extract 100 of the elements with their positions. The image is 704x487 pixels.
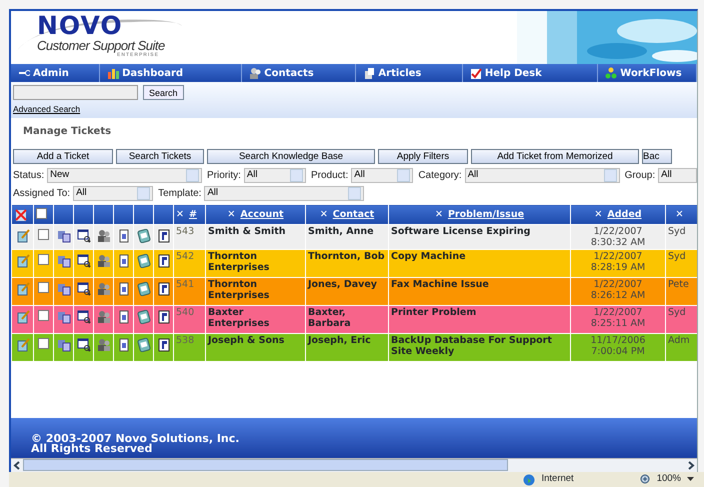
advanced-search-link[interactable]: Advanced Search <box>13 103 80 116</box>
ticket-row[interactable]: 538 Joseph & Sons Joseph, Eric BackUp Database For Support Site Weekly 11/17/2006 7:00:04 PM Adm <box>12 334 697 362</box>
table-cell-text: Adm <box>668 335 691 346</box>
row-checkbox[interactable] <box>38 282 49 293</box>
document-icon[interactable] <box>116 282 130 296</box>
people-icon[interactable] <box>96 229 110 243</box>
filter-dropdown[interactable]: All <box>73 186 154 201</box>
added-time: 8:28:19 AM <box>590 262 646 273</box>
ticket-number: 541 <box>176 279 196 290</box>
search-button[interactable]: Search <box>143 85 184 100</box>
edit-icon[interactable] <box>16 254 30 268</box>
info-document-icon[interactable] <box>156 254 170 268</box>
column-header[interactable]: # <box>188 209 197 220</box>
filter-label: Assigned To: <box>13 187 70 201</box>
toolbar-button[interactable]: Search Knowledge Base <box>207 149 375 164</box>
document-icon[interactable] <box>116 254 130 268</box>
contact-name: Baxter, Barbara <box>308 307 352 329</box>
column-header[interactable]: Account <box>240 209 284 220</box>
ticket-row[interactable]: 541 Thornton Enterprises Jones, Davey Fax Machine Issue 1/22/2007 8:26:12 AM Pete <box>12 278 697 306</box>
filter-dropdown[interactable]: All <box>658 168 697 183</box>
filter-dropdown[interactable]: All <box>204 186 364 201</box>
toolbar-button[interactable]: Add a Ticket <box>13 149 113 164</box>
page-title: Manage Tickets <box>22 125 112 139</box>
row-checkbox[interactable] <box>38 310 49 321</box>
column-header[interactable]: Added <box>607 209 642 220</box>
ticket-number: 543 <box>176 226 196 237</box>
edit-icon[interactable] <box>16 310 30 324</box>
search-icon[interactable] <box>76 282 90 296</box>
filter-dropdown[interactable]: All <box>244 168 306 183</box>
filter-dropdown[interactable]: New <box>47 168 202 183</box>
edit-icon[interactable] <box>16 338 30 352</box>
scrollbar-thumb[interactable] <box>23 459 508 471</box>
row-checkbox[interactable] <box>38 254 49 265</box>
edit-icon[interactable] <box>16 282 30 296</box>
zoom-level[interactable]: 100% <box>656 472 681 487</box>
row-checkbox[interactable] <box>38 229 49 240</box>
search-field[interactable] <box>13 85 138 100</box>
issue-title: Fax Machine Issue <box>391 279 490 290</box>
toolbar-button[interactable]: Add Ticket from Memorized <box>471 149 639 164</box>
table-cell-text: Pete <box>668 279 690 290</box>
copy-icon[interactable] <box>56 254 70 268</box>
filter-dropdown[interactable]: All <box>464 168 620 183</box>
ticket-row[interactable]: 540 Baxter Enterprises Baxter, Barbara Printer Problem 1/22/2007 8:25:11 AM Syd <box>12 306 697 334</box>
search-icon[interactable] <box>76 254 90 268</box>
ticket-number: 540 <box>176 307 196 318</box>
ticket-row[interactable]: 543 Smith & Smith Smith, Anne Software License Expiring 1/22/2007 8:30:32 AM Syd <box>12 224 697 250</box>
info-document-icon[interactable] <box>156 310 170 324</box>
book-icon[interactable] <box>136 310 150 324</box>
filter-dropdown[interactable]: All <box>351 168 414 183</box>
copy-icon[interactable] <box>56 282 70 296</box>
toolbar-button[interactable]: Bac <box>642 149 672 164</box>
column-header[interactable]: Contact <box>332 209 374 220</box>
sort-mark[interactable]: ✕ <box>594 209 602 220</box>
toolbar-button[interactable]: Search Tickets <box>116 149 204 164</box>
info-document-icon[interactable] <box>156 229 170 243</box>
book-icon[interactable] <box>136 254 150 268</box>
people-icon[interactable] <box>96 338 110 352</box>
select-all-checkbox[interactable] <box>36 208 47 218</box>
document-icon[interactable] <box>116 338 130 352</box>
toolbar-button[interactable]: Apply Filters <box>378 149 468 164</box>
info-document-icon[interactable] <box>156 338 170 352</box>
hierarchy-icon <box>605 66 618 80</box>
copy-icon[interactable] <box>56 229 70 243</box>
zoom-icon <box>640 474 651 485</box>
document-icon <box>363 66 376 80</box>
checklist-icon <box>470 66 482 80</box>
search-icon[interactable] <box>76 310 90 324</box>
ticket-row[interactable]: 542 Thornton Enterprises Thornton, Bob Copy Machine 1/22/2007 8:28:19 AM Syd <box>12 250 697 278</box>
people-icon[interactable] <box>96 282 110 296</box>
people-icon <box>249 66 262 80</box>
logo: NOVO <box>37 13 124 38</box>
book-icon[interactable] <box>136 338 150 352</box>
search-icon[interactable] <box>76 229 90 243</box>
document-icon[interactable] <box>116 229 130 243</box>
edit-icon[interactable] <box>16 229 30 243</box>
column-header[interactable]: Problem/Issue <box>448 209 524 220</box>
sort-mark[interactable]: ✕ <box>176 209 184 220</box>
contact-name: Smith, Anne <box>308 226 375 237</box>
document-icon[interactable] <box>116 310 130 324</box>
account-name: Joseph & Sons <box>208 335 286 346</box>
globe-icon <box>523 474 536 486</box>
added-date: 1/22/2007 <box>592 307 644 318</box>
added-time: 8:26:12 AM <box>590 290 646 301</box>
sort-mark[interactable]: ✕ <box>434 209 443 220</box>
people-icon[interactable] <box>96 254 110 268</box>
people-icon[interactable] <box>96 310 110 324</box>
contact-name: Thornton, Bob <box>308 251 386 262</box>
copy-icon[interactable] <box>56 338 70 352</box>
book-icon[interactable] <box>136 282 150 296</box>
sort-mark[interactable]: ✕ <box>227 209 236 220</box>
contact-name: Joseph, Eric <box>308 335 372 346</box>
search-icon[interactable] <box>76 338 90 352</box>
sort-mark[interactable]: ✕ <box>320 209 328 220</box>
added-time: 8:30:32 AM <box>590 237 646 248</box>
sort-mark[interactable]: ✕ <box>676 209 684 220</box>
copy-icon[interactable] <box>56 310 70 324</box>
book-icon[interactable] <box>136 229 150 243</box>
info-document-icon[interactable] <box>156 282 170 296</box>
row-checkbox[interactable] <box>38 338 49 349</box>
zone-label: Internet <box>541 472 574 486</box>
